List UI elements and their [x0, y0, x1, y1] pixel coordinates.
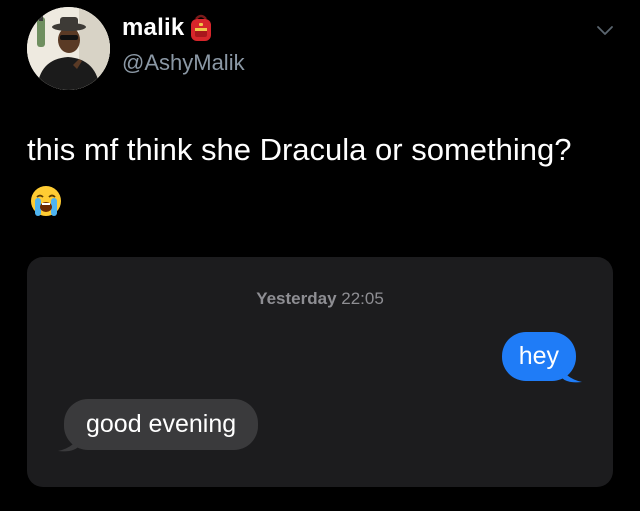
tweet: malik @AshyMalik this mf think she Dracu…	[0, 0, 640, 511]
outgoing-bubble-tail	[560, 364, 582, 383]
tweet-body: this mf think she Dracula or something?	[27, 132, 572, 167]
chat-timestamp: Yesterday 22:05	[27, 289, 613, 309]
chat-screenshot[interactable]: Yesterday 22:05 hey good evening	[27, 257, 613, 487]
display-name[interactable]: malik	[122, 14, 184, 42]
timestamp-time: 22:05	[341, 289, 384, 308]
user-handle[interactable]: @AshyMalik	[122, 50, 245, 76]
tweet-text: this mf think she Dracula or something?	[27, 124, 587, 228]
incoming-message-bubble: good evening	[64, 399, 259, 450]
avatar[interactable]	[27, 7, 110, 90]
name-row: malik	[122, 14, 214, 42]
timestamp-day: Yesterday	[256, 289, 337, 308]
incoming-bubble-tail	[58, 433, 80, 452]
backpack-emoji-icon	[188, 14, 214, 42]
loudly-crying-face-icon	[29, 182, 63, 216]
chevron-down-icon[interactable]	[596, 22, 614, 40]
avatar-image	[27, 7, 110, 90]
